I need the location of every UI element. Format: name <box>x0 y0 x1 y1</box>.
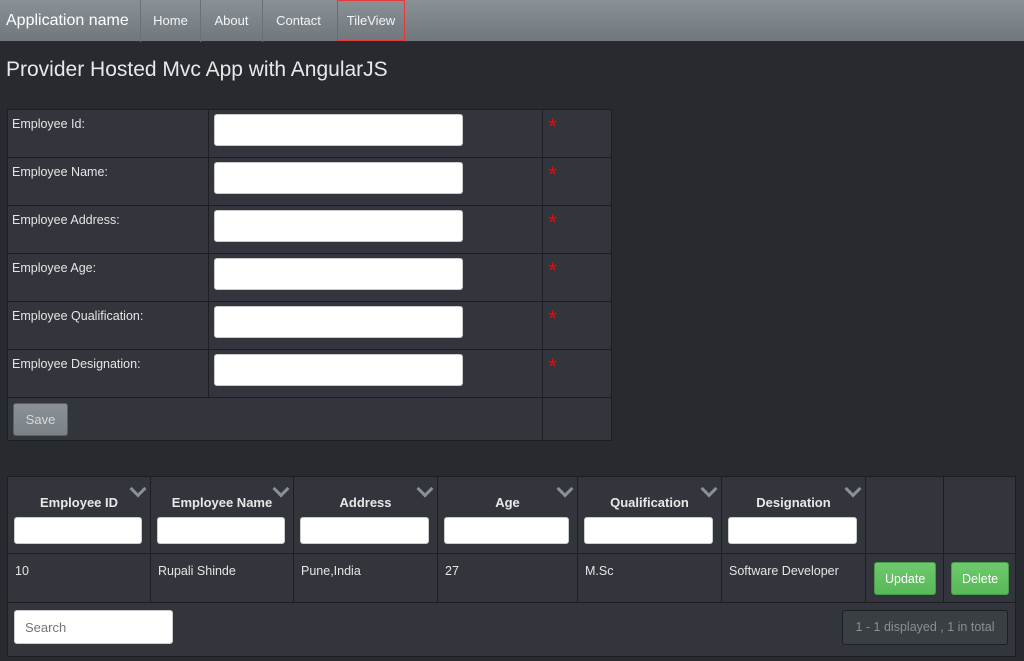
filter-designation-input[interactable] <box>728 517 857 544</box>
page-title: Provider Hosted Mvc App with AngularJS <box>6 58 388 81</box>
cell-employee-name: Rupali Shinde <box>151 554 294 602</box>
employee-id-label: Employee Id: <box>7 109 209 158</box>
form-row-employee-designation: Employee Designation: * <box>7 349 612 398</box>
cell-employee-id: 10 <box>8 554 151 602</box>
column-header-employee-id[interactable]: Employee ID <box>8 477 151 553</box>
grid-header: Employee ID Employee Name Address Age Qu… <box>8 477 1015 553</box>
cell-update: Update <box>866 554 944 602</box>
grid-footer: 1 - 1 displayed , 1 in total <box>8 602 1015 656</box>
employee-name-label: Employee Name: <box>7 157 209 206</box>
column-header-address[interactable]: Address <box>294 477 438 553</box>
required-mark: * <box>542 205 612 254</box>
employee-address-label: Employee Address: <box>7 205 209 254</box>
employee-name-input[interactable] <box>213 162 463 194</box>
filter-address-input[interactable] <box>300 517 429 544</box>
employee-qualification-label: Employee Qualification: <box>7 301 209 350</box>
column-header-update <box>866 477 944 553</box>
employee-qualification-input[interactable] <box>213 306 463 338</box>
employee-age-input[interactable] <box>213 258 463 290</box>
required-mark: * <box>542 349 612 398</box>
nav-home[interactable]: Home <box>140 0 200 42</box>
column-title: Address <box>339 495 392 510</box>
column-title: Employee Name <box>171 495 273 510</box>
form-row-employee-age: Employee Age: * <box>7 253 612 302</box>
required-mark: * <box>542 157 612 206</box>
column-header-age[interactable]: Age <box>438 477 578 553</box>
employee-address-input[interactable] <box>213 210 463 242</box>
pager-info: 1 - 1 displayed , 1 in total <box>842 610 1008 645</box>
navbar: Application name Home About Contact Tile… <box>0 0 1024 42</box>
employee-form: Employee Id: * Employee Name: * Employee… <box>6 109 612 441</box>
employee-grid: Employee ID Employee Name Address Age Qu… <box>7 476 1016 657</box>
update-button[interactable]: Update <box>874 562 937 595</box>
form-row-employee-name: Employee Name: * <box>7 157 612 206</box>
employee-designation-label: Employee Designation: <box>7 349 209 398</box>
form-row-employee-address: Employee Address: * <box>7 205 612 254</box>
delete-button[interactable]: Delete <box>951 562 1010 595</box>
cell-address: Pune,India <box>294 554 438 602</box>
brand-link[interactable]: Application name <box>6 0 129 42</box>
required-mark: * <box>542 109 612 158</box>
save-button[interactable]: Save <box>13 403 68 436</box>
column-header-qualification[interactable]: Qualification <box>578 477 722 553</box>
cell-delete: Delete <box>944 554 1015 602</box>
table-row: 10 Rupali Shinde Pune,India 27 M.Sc Soft… <box>8 553 1015 602</box>
filter-age-input[interactable] <box>444 517 569 544</box>
column-header-delete <box>944 477 1015 553</box>
nav-about[interactable]: About <box>200 0 262 42</box>
filter-employee-id-input[interactable] <box>14 517 142 544</box>
column-header-employee-name[interactable]: Employee Name <box>151 477 294 553</box>
column-title: Qualification <box>610 495 689 510</box>
filter-qualification-input[interactable] <box>584 517 713 544</box>
form-row-save: Save <box>6 397 612 441</box>
employee-designation-input[interactable] <box>213 354 463 386</box>
required-mark: * <box>542 253 612 302</box>
search-input[interactable] <box>14 610 173 644</box>
filter-employee-name-input[interactable] <box>157 517 285 544</box>
column-title: Age <box>495 495 520 510</box>
employee-age-label: Employee Age: <box>7 253 209 302</box>
column-title: Employee ID <box>39 495 119 510</box>
column-title: Designation <box>756 495 831 510</box>
cell-designation: Software Developer <box>722 554 866 602</box>
cell-age: 27 <box>438 554 578 602</box>
employee-id-input[interactable] <box>213 114 463 146</box>
form-row-employee-qualification: Employee Qualification: * <box>7 301 612 350</box>
cell-qualification: M.Sc <box>578 554 722 602</box>
column-header-designation[interactable]: Designation <box>722 477 866 553</box>
nav-tileview[interactable]: TileView <box>337 0 405 41</box>
required-mark: * <box>542 301 612 350</box>
form-row-employee-id: Employee Id: * <box>7 109 612 158</box>
nav-contact[interactable]: Contact <box>262 0 334 42</box>
